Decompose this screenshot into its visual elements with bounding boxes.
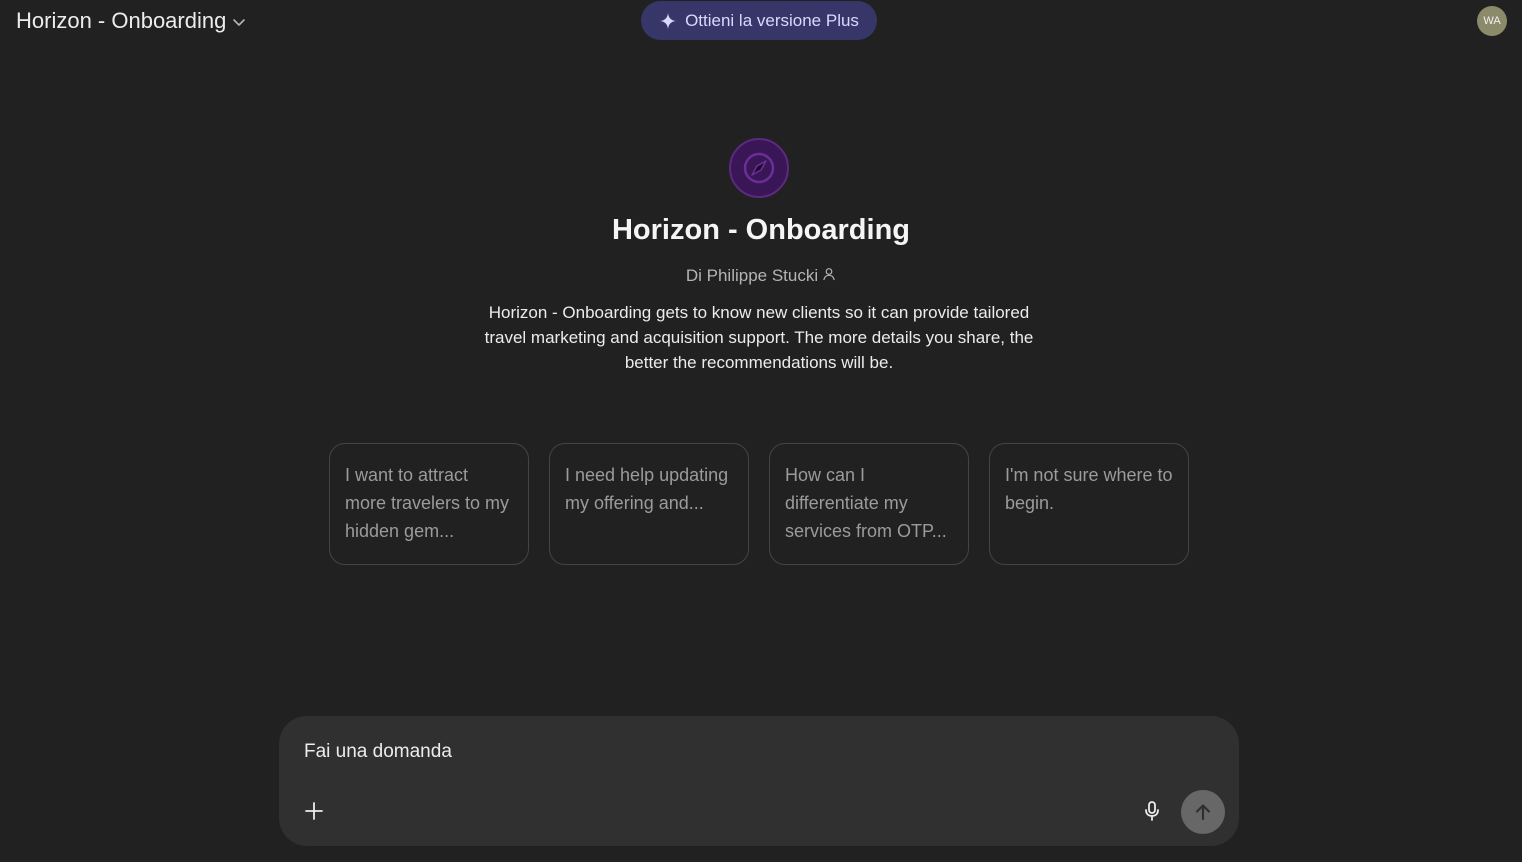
attach-button[interactable] bbox=[299, 796, 329, 826]
gpt-name: Horizon - Onboarding bbox=[611, 214, 910, 246]
model-switcher[interactable]: Horizon - Onboarding bbox=[16, 6, 246, 36]
suggestion-card[interactable]: How can I differentiate my services from… bbox=[769, 443, 969, 565]
suggestion-card[interactable]: I want to attract more travelers to my h… bbox=[329, 443, 529, 565]
suggestion-cards: I want to attract more travelers to my h… bbox=[329, 443, 1189, 565]
upgrade-plus-button[interactable]: Ottieni la versione Plus bbox=[641, 1, 877, 40]
suggestion-card[interactable]: I'm not sure where to begin. bbox=[989, 443, 1189, 565]
suggestion-card[interactable]: I need help updating my offering and... bbox=[549, 443, 749, 565]
chat-page: Horizon - Onboarding Ottieni la versione… bbox=[0, 0, 1522, 862]
message-input[interactable]: Fai una domanda bbox=[304, 741, 1124, 769]
sparkle-icon bbox=[659, 12, 677, 30]
user-avatar[interactable]: WA bbox=[1477, 6, 1507, 36]
microphone-button[interactable] bbox=[1137, 796, 1167, 826]
gpt-author: Di Philippe Stucki bbox=[0, 266, 1522, 286]
author-label: Di Philippe Stucki bbox=[685, 266, 819, 285]
chevron-down-icon bbox=[232, 15, 246, 29]
send-button[interactable] bbox=[1181, 790, 1225, 834]
message-composer: Fai una domanda bbox=[279, 716, 1239, 846]
microphone-icon bbox=[1145, 801, 1159, 821]
upgrade-label: Ottieni la versione Plus bbox=[685, 10, 859, 30]
compass-icon bbox=[729, 138, 789, 198]
person-icon bbox=[822, 266, 836, 286]
arrow-up-icon bbox=[1195, 804, 1211, 821]
model-title: Horizon - Onboarding bbox=[16, 8, 227, 33]
gpt-description: Horizon - Onboarding gets to know new cl… bbox=[484, 303, 1034, 372]
plus-icon bbox=[305, 802, 323, 820]
